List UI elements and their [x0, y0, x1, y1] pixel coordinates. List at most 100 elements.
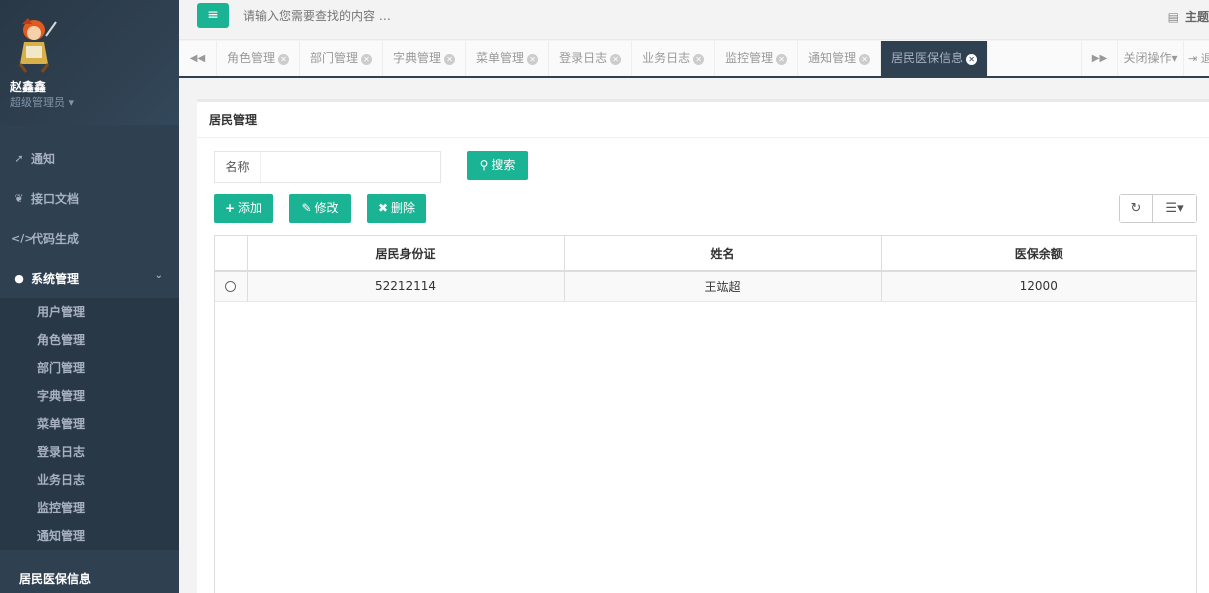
avatar[interactable] — [12, 16, 58, 74]
theme-link[interactable]: ▤ 主题 — [1168, 8, 1209, 25]
select-column-header — [215, 236, 248, 272]
delete-button[interactable]: ✖ 删除 — [367, 194, 426, 223]
sidebar-item-code-gen[interactable]: </> 代码生成 — [0, 218, 179, 258]
tab-departments[interactable]: 部门管理 ✕ — [300, 41, 384, 76]
exit-button[interactable]: ⇥ 退出 — [1183, 41, 1209, 76]
tab-label: 居民医保信息 — [891, 51, 964, 65]
tab-menus[interactable]: 菜单管理 ✕ — [466, 41, 550, 76]
column-header-name[interactable]: 姓名 — [564, 236, 882, 272]
close-icon[interactable]: ✕ — [859, 54, 871, 65]
tab-label: 菜单管理 — [476, 51, 525, 65]
exit-label: 退出 — [1201, 52, 1209, 65]
tab-label: 登录日志 — [559, 51, 608, 65]
caret-down-icon: ▾ — [1177, 201, 1184, 216]
tab-scroll-right-button[interactable]: ▶▶ — [1081, 41, 1117, 76]
tab-login-log[interactable]: 登录日志 ✕ — [549, 41, 633, 76]
backward-icon: ◀◀ — [189, 53, 206, 64]
sidebar-subitem-menus[interactable]: 菜单管理 — [0, 410, 179, 438]
list-icon: ☰ — [1165, 201, 1178, 216]
sidebar-subitem-monitor[interactable]: 监控管理 — [0, 494, 179, 522]
close-icon[interactable]: ✕ — [610, 54, 622, 65]
table-row[interactable]: 52212114 王竑超 12000 — [215, 271, 1196, 302]
tab-scroll-left-button[interactable]: ◀◀ — [179, 41, 217, 76]
sidebar-item-resident-insurance[interactable]: 居民医保信息 — [0, 570, 179, 593]
sidebar-subitem-login-log[interactable]: 登录日志 — [0, 438, 179, 466]
search-icon: ⚲ — [479, 158, 489, 172]
top-search-input[interactable] — [239, 3, 639, 28]
name-filter: 名称 — [214, 151, 441, 183]
close-ops-label: 关闭操作 — [1123, 51, 1172, 65]
hamburger-icon: ≡ — [207, 7, 219, 23]
sidebar-item-api-docs[interactable]: ❦ 接口文档 — [0, 178, 179, 218]
sidebar-item-label: 通知 — [31, 151, 56, 166]
close-icon[interactable]: ✕ — [527, 54, 539, 65]
tab-label: 通知管理 — [808, 51, 857, 65]
sidebar-item-notice[interactable]: ➚ 通知 — [0, 138, 179, 178]
tabs: 角色管理 ✕ 部门管理 ✕ 字典管理 ✕ 菜单管理 ✕ 登录日志 ✕ 业务日志 ✕ 监控管理… — [217, 41, 989, 76]
profile-name[interactable]: 赵鑫鑫 — [10, 78, 46, 95]
theme-icon: ▤ — [1167, 10, 1179, 24]
columns-toggle-button[interactable]: ☰▾ — [1153, 195, 1196, 222]
close-icon[interactable]: ✕ — [278, 54, 290, 65]
page-title: 居民管理 — [197, 102, 1209, 138]
sign-out-icon: ⇥ — [1188, 52, 1198, 65]
tab-dictionary[interactable]: 字典管理 ✕ — [383, 41, 467, 76]
caret-down-icon: ▾ — [68, 96, 75, 109]
topbar: ≡ ▤ 主题 — [179, 0, 1209, 40]
tab-roles[interactable]: 角色管理 ✕ — [217, 41, 301, 76]
cell-balance: 12000 — [881, 271, 1196, 302]
row-radio[interactable] — [225, 281, 237, 293]
sidebar-item-system[interactable]: ● 系统管理 ⌄ — [0, 258, 179, 298]
name-filter-input[interactable] — [261, 152, 440, 182]
close-icon[interactable]: ✕ — [444, 54, 456, 65]
close-operations-dropdown[interactable]: 关闭操作▾ — [1117, 41, 1183, 76]
menu-toggle-button[interactable]: ≡ — [197, 3, 229, 28]
leaf-icon: ❦ — [14, 191, 24, 205]
tab-resident-insurance[interactable]: 居民医保信息 ✕ — [881, 41, 989, 76]
chevron-down-icon: ⌄ — [154, 270, 163, 281]
profile-role-label: 超级管理员 — [10, 96, 65, 109]
data-table: 居民身份证 姓名 医保余额 52212114 王竑超 12000 — [214, 235, 1197, 593]
refresh-icon: ↻ — [1130, 201, 1142, 216]
tab-monitor[interactable]: 监控管理 ✕ — [715, 41, 799, 76]
sidebar-subitem-roles[interactable]: 角色管理 — [0, 326, 179, 354]
profile-panel: 赵鑫鑫 超级管理员 ▾ — [0, 0, 179, 125]
sidebar-item-label: 系统管理 — [31, 271, 80, 286]
search-button[interactable]: ⚲ 搜索 — [467, 151, 528, 180]
column-header-id-card[interactable]: 居民身份证 — [247, 236, 565, 272]
table-toolbar: ↻ ☰▾ — [1119, 194, 1197, 223]
theme-label: 主题 — [1184, 10, 1209, 24]
tab-label: 部门管理 — [310, 51, 359, 65]
tab-notice-mgmt[interactable]: 通知管理 ✕ — [798, 41, 882, 76]
sidebar-menu: ➚ 通知 ❦ 接口文档 </> 代码生成 ● 系统管理 ⌄ 用户管理 角色管理 … — [0, 138, 179, 550]
close-icon[interactable]: ✕ — [361, 54, 373, 65]
close-icon[interactable]: ✕ — [693, 54, 705, 65]
sidebar-subitem-dictionary[interactable]: 字典管理 — [0, 382, 179, 410]
row-select-cell — [215, 271, 248, 302]
column-header-balance[interactable]: 医保余额 — [881, 236, 1196, 272]
edit-icon: ✎ — [301, 201, 312, 215]
sidebar-subitem-business-log[interactable]: 业务日志 — [0, 466, 179, 494]
cell-name: 王竑超 — [564, 271, 882, 302]
close-icon[interactable]: ✕ — [776, 54, 788, 65]
sidebar-subitem-notice-mgmt[interactable]: 通知管理 — [0, 522, 179, 550]
sidebar-subitem-users[interactable]: 用户管理 — [0, 298, 179, 326]
plus-icon: + — [224, 201, 236, 215]
sidebar-subitem-departments[interactable]: 部门管理 — [0, 354, 179, 382]
edit-button[interactable]: ✎ 修改 — [289, 194, 351, 223]
refresh-button[interactable]: ↻ — [1120, 195, 1153, 222]
forward-icon: ▶▶ — [1091, 53, 1108, 64]
add-button[interactable]: + 添加 — [214, 194, 273, 223]
tab-label: 监控管理 — [725, 51, 774, 65]
edit-button-label: 修改 — [314, 201, 339, 215]
close-icon[interactable]: ✕ — [966, 54, 978, 65]
sidebar-submenu: 用户管理 角色管理 部门管理 字典管理 菜单管理 登录日志 业务日志 监控管理 … — [0, 298, 179, 550]
main-panel: 居民管理 名称 ⚲ 搜索 + 添加 ✎ 修改 ✖ 删除 ↻ ☰▾ 居民身份证 姓名 医保… — [197, 99, 1209, 593]
tabs-bar: ◀◀ 角色管理 ✕ 部门管理 ✕ 字典管理 ✕ 菜单管理 ✕ 登录日志 ✕ 业务日志 ✕ 监… — [179, 41, 1209, 78]
user-icon: ● — [14, 271, 24, 285]
remove-icon: ✖ — [377, 201, 389, 215]
tab-label: 字典管理 — [393, 51, 442, 65]
delete-button-label: 删除 — [391, 201, 416, 215]
profile-role-dropdown[interactable]: 超级管理员 ▾ — [10, 94, 74, 110]
tab-business-log[interactable]: 业务日志 ✕ — [632, 41, 716, 76]
